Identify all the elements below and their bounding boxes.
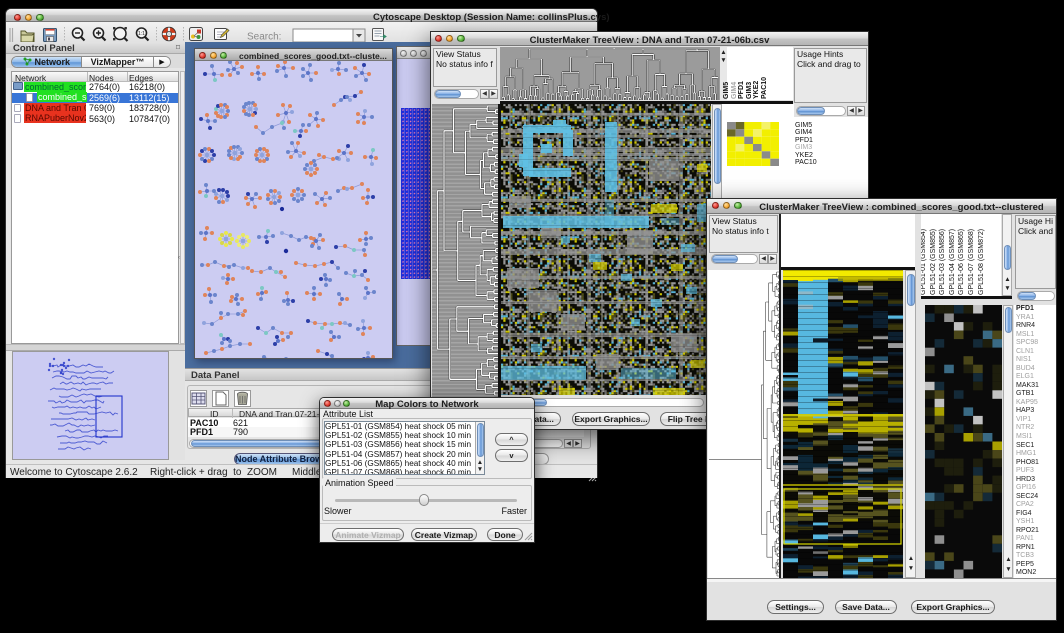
svg-text:1:1: 1:1 — [138, 31, 145, 37]
svg-text:Search:: Search: — [247, 32, 281, 43]
